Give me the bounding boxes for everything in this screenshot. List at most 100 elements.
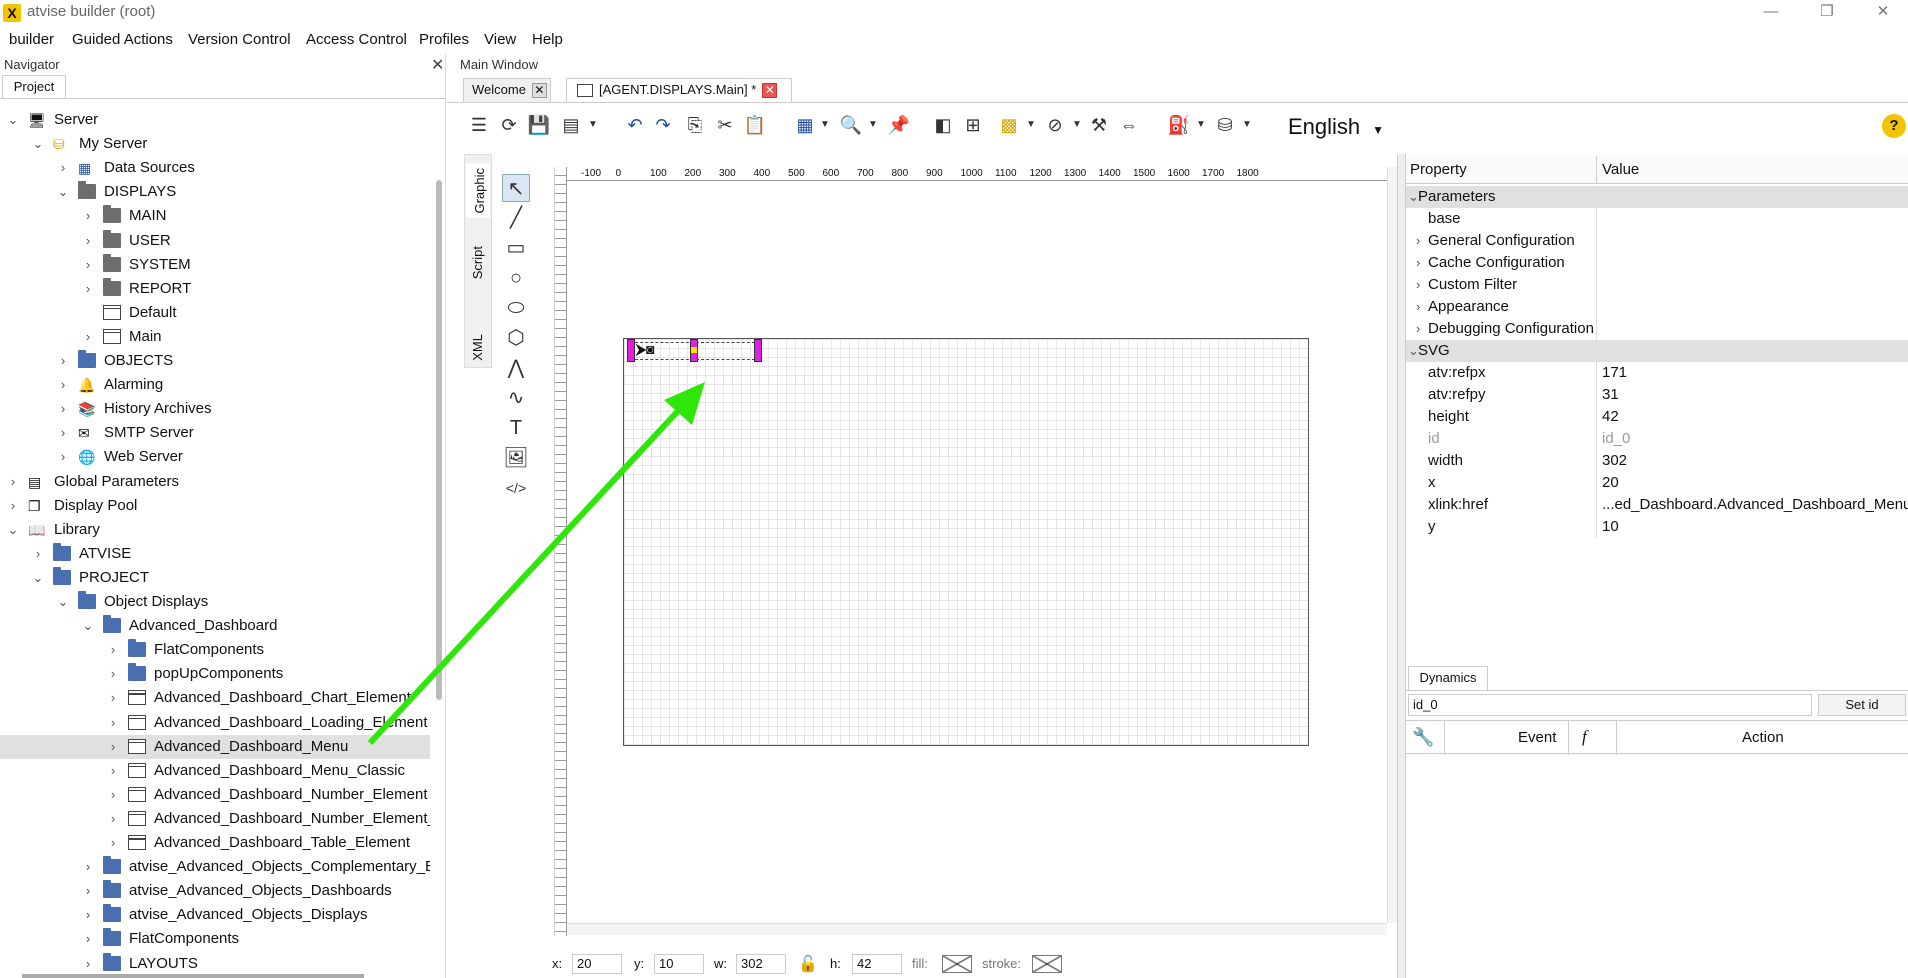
tree-item[interactable]: › atvise_Advanced_Objects_Dashboards: [0, 879, 430, 903]
tree-item[interactable]: › REPORT: [0, 277, 430, 301]
navigator-hscrollbar[interactable]: [22, 974, 364, 978]
tab-dynamics[interactable]: Dynamics: [1408, 666, 1488, 690]
resize-handle[interactable]: [754, 339, 762, 362]
close-tab-icon[interactable]: ✕: [531, 83, 547, 99]
tree-item[interactable]: › Advanced_Dashboard_Menu_Classic: [0, 759, 430, 783]
menu-access-control[interactable]: Access Control: [306, 31, 407, 48]
property-row[interactable]: atv:refpy 31: [1406, 384, 1908, 406]
property-row[interactable]: x 20: [1406, 472, 1908, 494]
pin-icon[interactable]: 📌: [886, 112, 912, 138]
tab-script[interactable]: Script: [470, 246, 485, 279]
expand-arrow-icon[interactable]: ›: [106, 638, 120, 662]
tree-item[interactable]: › Main: [0, 325, 430, 349]
canvas-hscrollbar[interactable]: [567, 923, 1387, 935]
expand-arrow-icon[interactable]: ›: [56, 445, 70, 469]
tab-graphic[interactable]: Graphic: [466, 164, 490, 218]
tree-item[interactable]: › LAYOUTS: [0, 952, 430, 976]
expand-arrow-icon[interactable]: ›: [106, 831, 120, 855]
expand-arrow-icon[interactable]: ›: [106, 783, 120, 807]
property-value[interactable]: 171: [1602, 362, 1627, 384]
expand-arrow-icon[interactable]: ›: [1416, 252, 1420, 274]
menu-profiles[interactable]: Profiles: [419, 31, 469, 48]
select-tool-icon[interactable]: ↖: [502, 174, 530, 202]
database-dropdown-icon[interactable]: ▼: [1234, 112, 1260, 138]
tab-project[interactable]: Project: [2, 75, 66, 99]
line-tool-icon[interactable]: ╱: [502, 204, 530, 232]
ellipse-tool-icon[interactable]: ⬭: [502, 294, 530, 322]
property-value[interactable]: ...ed_Dashboard.Advanced_Dashboard_Menu: [1602, 494, 1908, 516]
undo-icon[interactable]: ↶: [622, 112, 648, 138]
tree-item[interactable]: › atvise_Advanced_Objects_Complementary_E…: [0, 855, 430, 879]
reload-icon[interactable]: ⟳: [496, 112, 522, 138]
property-value[interactable]: 10: [1602, 516, 1619, 538]
menu-view[interactable]: View: [484, 31, 516, 48]
tab-agent-displays-main[interactable]: [AGENT.DISPLAYS.Main] * ✕: [566, 78, 792, 102]
resize-handle[interactable]: [627, 339, 635, 362]
property-row[interactable]: y 10: [1406, 516, 1908, 538]
tree-item[interactable]: › Advanced_Dashboard_Number_Element_: [0, 807, 430, 831]
collapse-arrow-icon[interactable]: ⌄: [6, 518, 20, 542]
set-id-button[interactable]: Set id: [1818, 694, 1906, 716]
property-value[interactable]: id_0: [1602, 428, 1630, 450]
expand-arrow-icon[interactable]: ›: [1416, 274, 1420, 296]
arrange-dropdown-icon[interactable]: ▼: [1018, 112, 1044, 138]
stroke-swatch[interactable]: [1032, 955, 1062, 973]
menu-help[interactable]: Help: [532, 31, 563, 48]
display-grid[interactable]: ⮞◙: [623, 338, 1309, 746]
close-navigator-icon[interactable]: ✕: [431, 55, 444, 75]
property-row[interactable]: ⌄ Parameters: [1406, 186, 1908, 208]
h-field[interactable]: 42: [852, 954, 902, 974]
expand-arrow-icon[interactable]: ›: [81, 927, 95, 951]
fill-swatch[interactable]: [942, 955, 972, 973]
paste-icon[interactable]: 📋: [742, 112, 768, 138]
y-field[interactable]: 10: [654, 954, 704, 974]
expand-arrow-icon[interactable]: ›: [81, 204, 95, 228]
collapse-arrow-icon[interactable]: ⌄: [6, 108, 20, 132]
language-select[interactable]: English ▼: [1288, 114, 1384, 140]
x-field[interactable]: 20: [572, 954, 622, 974]
zoom-dropdown-icon[interactable]: ▼: [860, 112, 886, 138]
property-value[interactable]: 302: [1602, 450, 1627, 472]
expand-arrow-icon[interactable]: ›: [81, 325, 95, 349]
expand-arrow-icon[interactable]: ›: [1416, 318, 1420, 340]
expand-arrow-icon[interactable]: ›: [106, 735, 120, 759]
tree-item[interactable]: › FlatComponents: [0, 927, 430, 951]
menu-guided-actions[interactable]: Guided Actions: [72, 31, 173, 48]
align-icon[interactable]: ⊞: [960, 112, 986, 138]
property-value[interactable]: 42: [1602, 406, 1619, 428]
property-row[interactable]: › General Configuration: [1406, 230, 1908, 252]
expand-arrow-icon[interactable]: ›: [56, 373, 70, 397]
property-row[interactable]: height 42: [1406, 406, 1908, 428]
expand-arrow-icon[interactable]: ›: [106, 686, 120, 710]
rectangle-tool-icon[interactable]: ▭: [502, 234, 530, 262]
properties-icon[interactable]: ☰: [466, 112, 492, 138]
redo-icon[interactable]: ↷: [650, 112, 676, 138]
minimize-button[interactable]: —: [1756, 1, 1786, 23]
new-document-dropdown-icon[interactable]: ▼: [580, 112, 606, 138]
expand-arrow-icon[interactable]: ›: [81, 277, 95, 301]
spray-dropdown-icon[interactable]: ▼: [1188, 112, 1214, 138]
cut-icon[interactable]: ✂: [712, 112, 738, 138]
expand-arrow-icon[interactable]: ›: [56, 349, 70, 373]
expand-arrow-icon[interactable]: ›: [6, 470, 20, 494]
bring-front-icon[interactable]: ◧: [930, 112, 956, 138]
tab-welcome[interactable]: Welcome ✕: [463, 78, 551, 102]
property-row[interactable]: atv:refpx 171: [1406, 362, 1908, 384]
collapse-arrow-icon[interactable]: ⌄: [31, 566, 45, 590]
collapse-arrow-icon[interactable]: ⌄: [81, 614, 95, 638]
property-row[interactable]: base: [1406, 208, 1908, 230]
tree-item[interactable]: › MAIN: [0, 204, 430, 228]
property-row[interactable]: › Cache Configuration: [1406, 252, 1908, 274]
expand-arrow-icon[interactable]: ›: [1416, 230, 1420, 252]
reference-point[interactable]: [691, 347, 697, 353]
expand-arrow-icon[interactable]: ›: [106, 807, 120, 831]
resize-icon[interactable]: ⇔: [1116, 112, 1142, 138]
property-value[interactable]: 31: [1602, 384, 1619, 406]
tree-item[interactable]: › SYSTEM: [0, 253, 430, 277]
expand-arrow-icon[interactable]: ›: [81, 952, 95, 976]
id-input[interactable]: id_0: [1408, 694, 1812, 716]
tree-item[interactable]: › Advanced_Dashboard_Table_Element: [0, 831, 430, 855]
collapse-arrow-icon[interactable]: ⌄: [56, 590, 70, 614]
property-value[interactable]: 20: [1602, 472, 1619, 494]
collapse-arrow-icon[interactable]: ⌄: [31, 132, 45, 156]
